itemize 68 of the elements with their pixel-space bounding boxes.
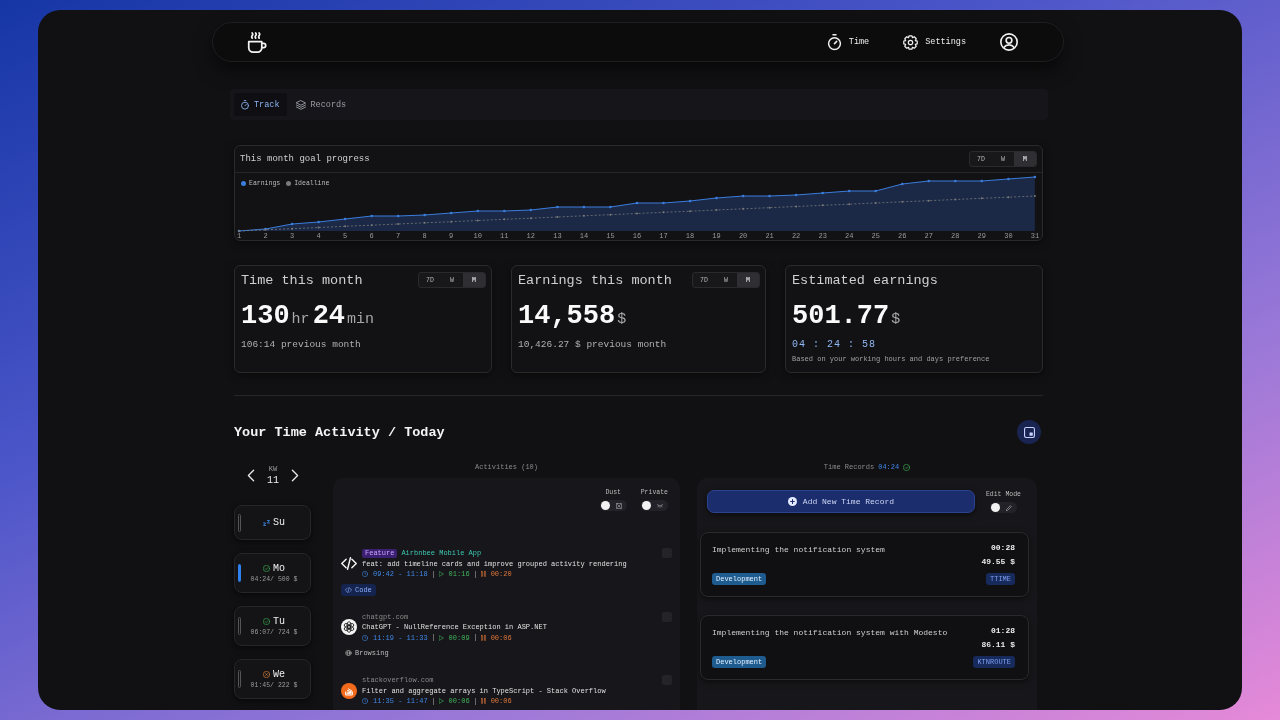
tab[interactable]: Records bbox=[288, 93, 354, 116]
coffee-cup-logo-icon[interactable] bbox=[247, 30, 267, 54]
code-icon bbox=[345, 586, 352, 593]
nav-link[interactable]: Time bbox=[826, 33, 870, 51]
day-label: Su bbox=[273, 516, 285, 529]
window-icon bbox=[1023, 426, 1035, 438]
stopwatch-icon bbox=[826, 33, 842, 51]
stat-unit: hr bbox=[291, 311, 310, 328]
stat-note: 106:14 previous month bbox=[241, 339, 362, 350]
record-amount: 49.55 $ bbox=[981, 556, 1015, 567]
stopwatch-icon bbox=[241, 99, 249, 110]
stat-unit: $ bbox=[617, 311, 627, 328]
play-icon bbox=[438, 634, 444, 641]
clock-icon bbox=[362, 634, 368, 641]
stat-note: 10,426.27 $ previous month bbox=[518, 339, 668, 350]
day-card[interactable]: Su bbox=[234, 505, 311, 540]
clock-icon bbox=[362, 698, 368, 705]
stat-title: Earnings this month bbox=[518, 272, 672, 288]
x-circle-icon bbox=[263, 671, 270, 678]
record-duration: 01:28 bbox=[991, 625, 1015, 636]
stat-title: Estimated earnings bbox=[792, 272, 938, 288]
play-icon bbox=[438, 571, 444, 578]
globe-icon bbox=[345, 650, 352, 656]
record-title: Implementing the notification system with Modesto bbox=[712, 627, 948, 638]
tab[interactable]: Track bbox=[234, 93, 287, 116]
record-duration: 00:28 bbox=[991, 542, 1015, 553]
layout-button[interactable] bbox=[1017, 420, 1041, 444]
stat-value: 130 bbox=[241, 301, 290, 331]
settings-icon bbox=[903, 33, 919, 51]
nav-link[interactable]: Settings bbox=[903, 33, 966, 51]
countdown-timer: 04 : 24 : 58 bbox=[792, 339, 877, 350]
layers-icon bbox=[295, 99, 306, 110]
week-number: 11 bbox=[267, 474, 279, 487]
day-label: Mo bbox=[273, 562, 285, 575]
knot-logo-icon bbox=[341, 619, 357, 636]
closed-eye-icon bbox=[656, 502, 663, 509]
check-circle-icon bbox=[263, 618, 270, 625]
day-label: Tu bbox=[273, 615, 285, 628]
crossed-box-icon bbox=[615, 502, 622, 509]
record-amount: 86.11 $ bbox=[981, 639, 1015, 650]
chart-title: This month goal progress bbox=[240, 154, 370, 164]
toggle-switch[interactable] bbox=[989, 502, 1017, 513]
section-heading: Your Time Activity / Today bbox=[234, 424, 445, 440]
stat-unit: min bbox=[347, 311, 375, 328]
stack-logo-icon bbox=[341, 682, 357, 699]
stat-value: 501.77 bbox=[792, 301, 890, 331]
pause-icon bbox=[480, 571, 486, 578]
stat-value: 14,558 bbox=[518, 301, 616, 331]
sleep-icon bbox=[263, 519, 270, 526]
chevron-left-icon[interactable] bbox=[247, 469, 255, 482]
pause-icon bbox=[480, 698, 486, 705]
stat-unit: $ bbox=[891, 311, 901, 328]
chevron-right-icon[interactable] bbox=[291, 469, 299, 482]
code-icon bbox=[341, 557, 357, 571]
pencil-icon bbox=[1005, 504, 1012, 511]
add-record-button[interactable]: Add New Time Record bbox=[707, 490, 975, 513]
day-label: We bbox=[273, 668, 285, 681]
stat-title: Time this month bbox=[241, 272, 363, 288]
check-circle-icon bbox=[263, 565, 270, 572]
play-icon bbox=[438, 698, 444, 705]
pause-icon bbox=[480, 634, 486, 641]
plus-circle-icon bbox=[787, 497, 797, 506]
record-title: Implementing the notification system bbox=[712, 544, 885, 555]
stat-value: 24 bbox=[312, 301, 346, 331]
user-icon[interactable] bbox=[1000, 33, 1018, 51]
toggle-switch[interactable] bbox=[599, 500, 627, 511]
clock-icon bbox=[362, 571, 368, 578]
toggle-switch[interactable] bbox=[640, 500, 668, 511]
